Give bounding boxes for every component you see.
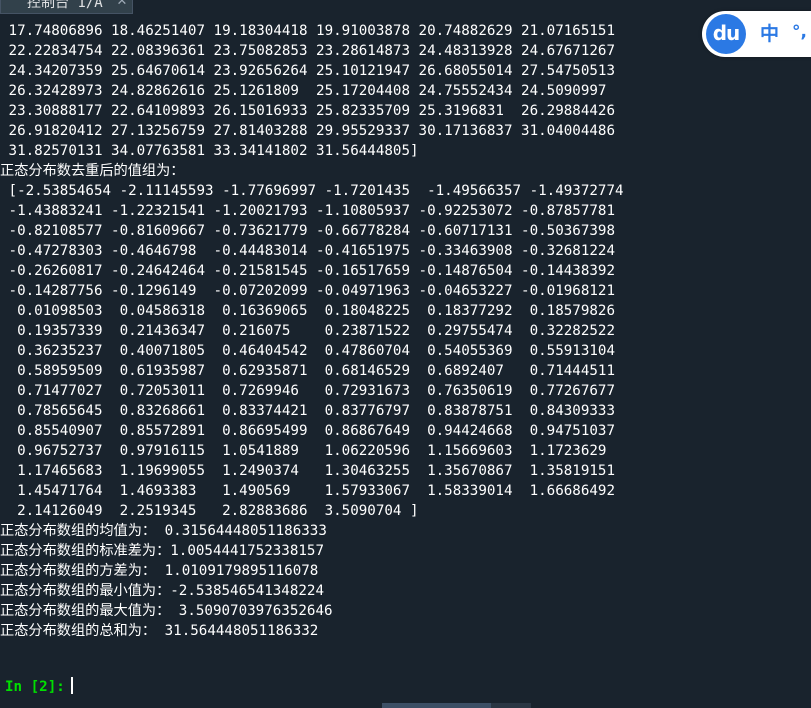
console-line: 0.58959509 0.61935987 0.62935871 0.68146… <box>0 363 615 379</box>
console-line: 0.71477027 0.72053011 0.7269946 0.729316… <box>0 383 615 399</box>
console-line: 0.96752737 0.97916115 1.0541889 1.062205… <box>0 443 607 459</box>
console-line: 正态分布数组的方差为： 1.0109179895116078 <box>0 563 319 579</box>
console-line: 2.14126049 2.2519345 2.82883686 3.509070… <box>0 503 419 519</box>
console-line: 正态分布数组的最大值为： 3.5090703976352646 <box>0 603 333 619</box>
console-output: 17.74806896 18.46251407 19.18304418 19.9… <box>0 21 811 641</box>
console-line: 正态分布数组的标准差为：1.0054441752338157 <box>0 543 324 559</box>
taskbar-item[interactable] <box>382 703 491 708</box>
console-line: 0.36235237 0.40071805 0.46404542 0.47860… <box>0 343 615 359</box>
console-line: 31.82570131 34.07763581 33.34141802 31.5… <box>0 143 419 159</box>
taskbar-item-secondary[interactable] <box>491 703 531 708</box>
text-cursor <box>70 677 73 694</box>
console-tab-label: 控制台 1/A <box>27 0 103 11</box>
console-line: 1.45471764 1.4693383 1.490569 1.57933067… <box>0 483 615 499</box>
console-line: [-2.53854654 -2.11145593 -1.77696997 -1.… <box>0 183 624 199</box>
console-line: -0.82108577 -0.81609667 -0.73621779 -0.6… <box>0 223 615 239</box>
ime-language-toggle[interactable]: 中 <box>760 24 779 44</box>
close-icon[interactable]: ✕ <box>115 0 129 9</box>
console-line: 0.19357339 0.21436347 0.216075 0.2387152… <box>0 323 615 339</box>
prompt-label: In [2]: <box>5 679 65 695</box>
console-line: 26.32428973 24.82862616 25.1261809 25.17… <box>0 83 607 99</box>
console-line: 正态分布数去重后的值组为： <box>0 163 185 179</box>
console-line: -1.43883241 -1.22321541 -1.20021793 -1.1… <box>0 203 615 219</box>
console-line: 正态分布数组的均值为： 0.31564448051186333 <box>0 523 327 539</box>
console-line: 24.34207359 25.64670614 23.92656264 25.1… <box>0 63 615 79</box>
console-line: -0.14287756 -0.1296149 -0.07202099 -0.04… <box>0 283 615 299</box>
console-tab[interactable]: 控制台 1/A ✕ <box>0 0 133 14</box>
baidu-ime-logo-icon[interactable]: du <box>706 14 746 54</box>
console-line: 17.74806896 18.46251407 19.18304418 19.9… <box>0 23 615 39</box>
console-line: 正态分布数组的总和为： 31.564448051186332 <box>0 623 319 639</box>
console-line: -0.47278303 -0.4646798 -0.44483014 -0.41… <box>0 243 615 259</box>
console-tab-bar: 控制台 1/A ✕ <box>0 0 811 15</box>
console-line: 23.30888177 22.64109893 26.15016933 25.8… <box>0 103 615 119</box>
console-line: 0.78565645 0.83268661 0.83374421 0.83776… <box>0 403 615 419</box>
console-line: 22.22834754 22.08396361 23.75082853 23.2… <box>0 43 615 59</box>
console-line: 正态分布数组的最小值为：-2.538546541348224 <box>0 583 324 599</box>
console-line: 1.17465683 1.19699055 1.2490374 1.304632… <box>0 463 615 479</box>
ime-toolbar[interactable]: du 中 °, <box>702 11 811 57</box>
console-line: 0.01098503 0.04586318 0.16369065 0.18048… <box>0 303 615 319</box>
console-line: 0.85540907 0.85572891 0.86695499 0.86867… <box>0 423 615 439</box>
console-line: 26.91820412 27.13256759 27.81403288 29.9… <box>0 123 615 139</box>
input-prompt[interactable]: In [2]: <box>5 677 73 697</box>
console-line: -0.26260817 -0.24642464 -0.21581545 -0.1… <box>0 263 615 279</box>
ime-punctuation-toggle[interactable]: °, <box>792 22 807 42</box>
